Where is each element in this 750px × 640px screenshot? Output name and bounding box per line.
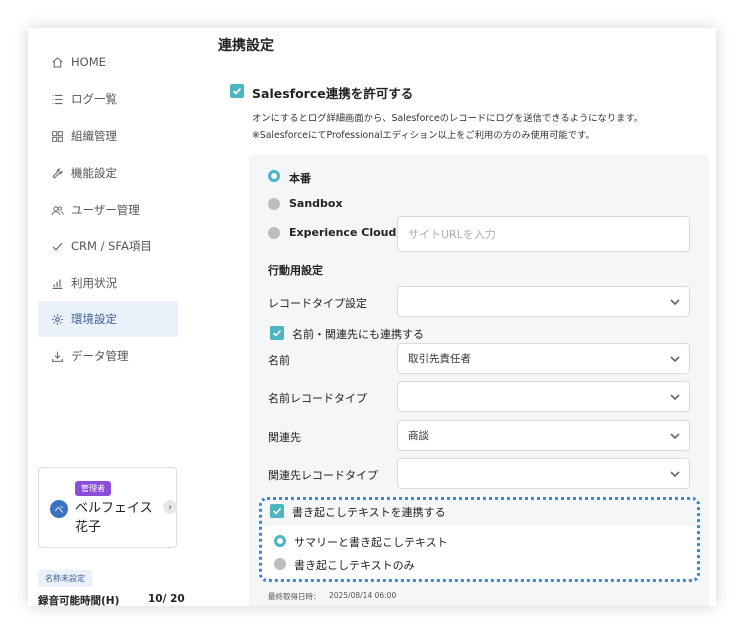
chevron-down-icon bbox=[670, 471, 680, 478]
radio-transcript-only[interactable] bbox=[274, 558, 286, 570]
radio-production[interactable] bbox=[268, 170, 280, 182]
radio-experience-cloud[interactable] bbox=[268, 227, 280, 239]
name-unset-badge: 名称未設定 bbox=[38, 570, 92, 587]
download-icon bbox=[50, 349, 64, 363]
checkmark-icon bbox=[232, 87, 242, 95]
related-record-type-select[interactable] bbox=[397, 458, 690, 489]
sidebar-item-label: 組織管理 bbox=[71, 129, 117, 143]
checkmark-icon bbox=[272, 329, 282, 337]
radio-experience-cloud-label: Experience Cloud bbox=[289, 226, 397, 239]
last-fetched-value: 2025/08/14 06:00 bbox=[329, 591, 397, 600]
record-type-select[interactable] bbox=[397, 286, 690, 317]
radio-summary-and-transcript-label: サマリーと書き起こしテキスト bbox=[294, 536, 448, 549]
sidebar-item-crm-sfa[interactable]: CRM / SFA項目 bbox=[38, 228, 178, 264]
salesforce-note: ※SalesforceにてProfessionalエディション以上をご利用の方の… bbox=[252, 130, 595, 141]
radio-production-label: 本番 bbox=[289, 172, 311, 185]
page-title: 連携設定 bbox=[218, 38, 274, 54]
sidebar-item-data[interactable]: データ管理 bbox=[38, 338, 178, 374]
site-url-input[interactable]: サイトURLを入力 bbox=[397, 216, 690, 252]
recording-time-value: 10/ 20 bbox=[148, 593, 185, 605]
chevron-down-icon bbox=[670, 356, 680, 363]
wrench-icon bbox=[50, 166, 64, 180]
user-name: ベルフェイス花子 bbox=[75, 501, 153, 535]
chevron-down-icon bbox=[670, 433, 680, 440]
gear-icon bbox=[50, 312, 64, 326]
list-icon bbox=[50, 92, 64, 106]
sidebar-item-users[interactable]: ユーザー管理 bbox=[38, 192, 178, 228]
chevron-down-icon bbox=[670, 394, 680, 401]
chevron-down-icon bbox=[670, 299, 680, 306]
recording-time-label: 録音可能時間(H) bbox=[38, 595, 120, 606]
name-label: 名前 bbox=[268, 354, 290, 367]
grid-icon bbox=[50, 129, 64, 143]
related-select[interactable]: 商談 bbox=[397, 420, 690, 451]
sidebar-item-label: 利用状況 bbox=[71, 276, 117, 290]
sidebar-item-label: CRM / SFA項目 bbox=[71, 239, 152, 253]
sidebar-item-label: データ管理 bbox=[71, 349, 129, 363]
sidebar-item-usage[interactable]: 利用状況 bbox=[38, 265, 178, 301]
name-record-type-label: 名前レコードタイプ bbox=[268, 392, 367, 405]
user-card[interactable]: 管理者 ベ ベルフェイス花子 › bbox=[38, 467, 177, 548]
bar-chart-icon bbox=[50, 276, 64, 290]
site-url-placeholder: サイトURLを入力 bbox=[408, 228, 496, 241]
salesforce-description: オンにするとログ詳細画面から、Salesforceのレコードにログを送信できるよ… bbox=[252, 113, 644, 124]
action-settings-title: 行動用設定 bbox=[268, 264, 323, 277]
name-select[interactable]: 取引先責任者 bbox=[397, 343, 690, 374]
related-record-type-label: 関連先レコードタイプ bbox=[268, 469, 378, 482]
home-icon bbox=[50, 55, 64, 69]
link-name-related-checkbox[interactable] bbox=[270, 326, 284, 340]
radio-sandbox-label: Sandbox bbox=[289, 197, 343, 210]
record-type-label: レコードタイプ設定 bbox=[268, 297, 367, 310]
sidebar-item-label: 環境設定 bbox=[71, 312, 117, 326]
sidebar-item-environment[interactable]: 環境設定 bbox=[38, 301, 178, 337]
checkmark-icon bbox=[272, 507, 282, 515]
sidebar-item-features[interactable]: 機能設定 bbox=[38, 155, 178, 191]
salesforce-allow-checkbox[interactable] bbox=[230, 84, 244, 98]
sidebar-item-label: HOME bbox=[71, 55, 106, 69]
chevron-right-icon[interactable]: › bbox=[163, 500, 177, 514]
check-icon bbox=[50, 239, 64, 253]
sidebar-item-home[interactable]: HOME bbox=[38, 44, 178, 80]
transcript-link-label: 書き起こしテキストを連携する bbox=[292, 506, 446, 519]
sidebar-item-organization[interactable]: 組織管理 bbox=[38, 118, 178, 154]
salesforce-allow-label: Salesforce連携を許可する bbox=[252, 86, 414, 101]
avatar: ベ bbox=[50, 500, 68, 518]
radio-summary-and-transcript[interactable] bbox=[274, 535, 286, 547]
sidebar-item-label: 機能設定 bbox=[71, 166, 117, 180]
sidebar-item-logs[interactable]: ログ一覧 bbox=[38, 81, 178, 117]
sidebar: HOME ログ一覧 組織管理 機能設定 ユーザー管理 CRM / SFA項目 利… bbox=[28, 28, 190, 606]
transcript-link-checkbox[interactable] bbox=[270, 504, 284, 518]
sidebar-item-label: ログ一覧 bbox=[71, 92, 117, 106]
sidebar-item-label: ユーザー管理 bbox=[71, 203, 140, 217]
name-record-type-select[interactable] bbox=[397, 381, 690, 412]
app-window: HOME ログ一覧 組織管理 機能設定 ユーザー管理 CRM / SFA項目 利… bbox=[28, 28, 716, 606]
last-fetched-label: 最終取得日時： bbox=[268, 592, 321, 601]
related-label: 関連先 bbox=[268, 431, 301, 444]
radio-sandbox[interactable] bbox=[268, 198, 280, 210]
users-icon bbox=[50, 203, 64, 217]
link-name-related-label: 名前・関連先にも連携する bbox=[292, 328, 424, 341]
radio-transcript-only-label: 書き起こしテキストのみ bbox=[294, 559, 415, 572]
role-badge: 管理者 bbox=[75, 481, 111, 496]
